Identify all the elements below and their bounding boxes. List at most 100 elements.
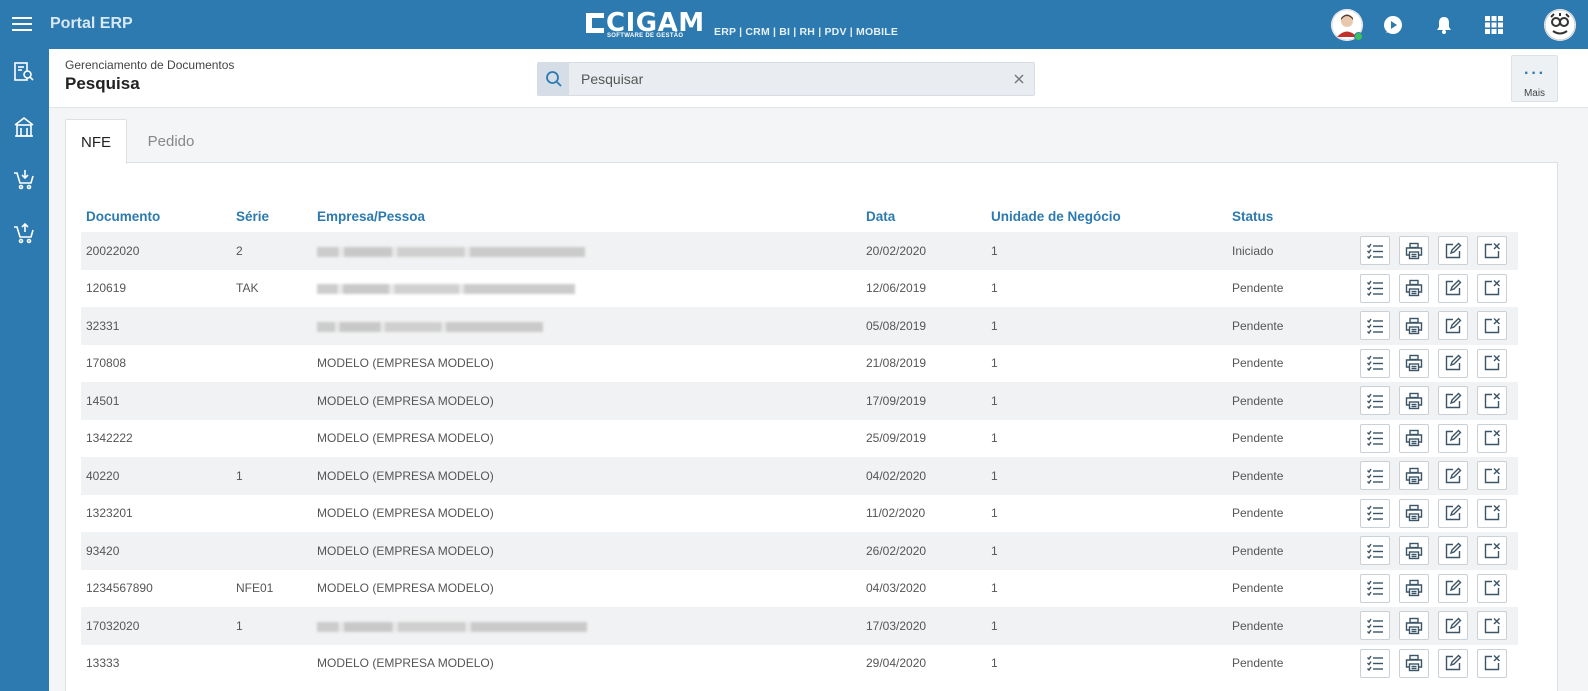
print-button[interactable] [1399, 573, 1429, 603]
online-status-dot [1354, 32, 1363, 41]
cancel-button[interactable] [1477, 611, 1507, 641]
more-button[interactable]: ··· Mais [1511, 55, 1558, 102]
table-row[interactable]: 93420 MODELO (EMPRESA MODELO) 26/02/2020 1 P… [81, 532, 1518, 570]
details-button[interactable] [1360, 236, 1390, 266]
cancel-button[interactable] [1477, 348, 1507, 378]
table-row[interactable]: 1342222 MODELO (EMPRESA MODELO) 25/09/2019… [81, 419, 1518, 457]
table-row[interactable]: 14501 MODELO (EMPRESA MODELO) 17/09/2019 1 P… [81, 382, 1518, 420]
brand-mark-icon [586, 13, 604, 33]
edit-button[interactable] [1438, 386, 1468, 416]
sidebar-item-building[interactable] [10, 113, 38, 141]
cancel-button[interactable] [1477, 536, 1507, 566]
cell-unidade: 1 [986, 532, 1227, 570]
column-header-documento[interactable]: Documento [81, 201, 231, 232]
cancel-button[interactable] [1477, 648, 1507, 678]
edit-button[interactable] [1438, 536, 1468, 566]
bell-icon[interactable] [1428, 9, 1460, 41]
details-button[interactable] [1360, 611, 1390, 641]
print-button[interactable] [1399, 311, 1429, 341]
edit-button[interactable] [1438, 423, 1468, 453]
print-button[interactable] [1399, 348, 1429, 378]
tab-pedido[interactable]: Pedido [130, 119, 212, 163]
menu-icon[interactable] [12, 14, 32, 34]
column-header-status[interactable]: Status [1227, 201, 1347, 232]
company-avatar[interactable] [1544, 9, 1576, 41]
edit-button[interactable] [1438, 648, 1468, 678]
print-icon [1405, 505, 1423, 522]
table-row[interactable]: 170808 MODELO (EMPRESA MODELO) 21/08/2019 1… [81, 344, 1518, 382]
print-button[interactable] [1399, 648, 1429, 678]
print-button[interactable] [1399, 536, 1429, 566]
edit-button[interactable] [1438, 273, 1468, 303]
cancel-button[interactable] [1477, 386, 1507, 416]
cell-unidade: 1 [986, 232, 1227, 270]
print-icon [1405, 655, 1423, 672]
column-header-data[interactable]: Data [861, 201, 986, 232]
table-row[interactable]: 13333 MODELO (EMPRESA MODELO) 29/04/2020 1 P… [81, 644, 1518, 682]
print-button[interactable] [1399, 386, 1429, 416]
details-button[interactable] [1360, 536, 1390, 566]
sidebar-item-document-search[interactable] [10, 58, 38, 86]
edit-button[interactable] [1438, 611, 1468, 641]
search-input[interactable] [581, 63, 1001, 95]
details-button[interactable] [1360, 498, 1390, 528]
user-avatar[interactable] [1331, 9, 1363, 41]
details-button[interactable] [1360, 311, 1390, 341]
column-header-empresa[interactable]: Empresa/Pessoa [312, 201, 861, 232]
edit-button[interactable] [1438, 311, 1468, 341]
details-button[interactable] [1360, 386, 1390, 416]
apps-grid-icon[interactable] [1478, 9, 1510, 41]
play-icon[interactable] [1377, 9, 1409, 41]
clear-search-icon[interactable] [1012, 72, 1026, 86]
details-button[interactable] [1360, 273, 1390, 303]
sidebar-item-cart-upload[interactable] [10, 219, 38, 247]
document-search-icon [14, 62, 34, 81]
edit-icon [1445, 279, 1462, 296]
cancel-button[interactable] [1477, 573, 1507, 603]
tab-nfe[interactable]: NFE [65, 119, 127, 164]
column-header-serie[interactable]: Série [231, 201, 312, 232]
details-button[interactable] [1360, 461, 1390, 491]
edit-icon [1445, 429, 1462, 446]
cell-data: 26/02/2020 [861, 532, 986, 570]
documents-table: Documento Série Empresa/Pessoa Data Unid… [81, 201, 1518, 682]
checklist-icon [1367, 243, 1383, 259]
details-button[interactable] [1360, 348, 1390, 378]
table-row[interactable]: 120619 TAK 12/06/2019 1 Pendente [81, 269, 1518, 307]
table-row[interactable]: 1323201 MODELO (EMPRESA MODELO) 11/02/2020… [81, 494, 1518, 532]
cancel-button[interactable] [1477, 311, 1507, 341]
print-button[interactable] [1399, 273, 1429, 303]
cancel-button[interactable] [1477, 461, 1507, 491]
column-header-unidade[interactable]: Unidade de Negócio [986, 201, 1227, 232]
details-button[interactable] [1360, 573, 1390, 603]
cancel-button[interactable] [1477, 236, 1507, 266]
print-button[interactable] [1399, 461, 1429, 491]
table-row[interactable]: 17032020 1 17/03/2020 1 Pendente [81, 607, 1518, 645]
cell-serie [231, 419, 312, 457]
cancel-button[interactable] [1477, 498, 1507, 528]
redacted-text [317, 321, 543, 332]
edit-button[interactable] [1438, 498, 1468, 528]
print-button[interactable] [1399, 611, 1429, 641]
edit-button[interactable] [1438, 573, 1468, 603]
table-row[interactable]: 40220 1 MODELO (EMPRESA MODELO) 04/02/2020 1… [81, 457, 1518, 495]
cancel-button[interactable] [1477, 423, 1507, 453]
table-row[interactable]: 1234567890 NFE01 MODELO (EMPRESA MODELO) 04… [81, 569, 1518, 607]
print-button[interactable] [1399, 236, 1429, 266]
edit-icon [1445, 617, 1462, 633]
cancel-button[interactable] [1477, 273, 1507, 303]
table-row[interactable]: 20022020 2 20/02/2020 1 Iniciado [81, 232, 1518, 270]
edit-button[interactable] [1438, 236, 1468, 266]
details-button[interactable] [1360, 648, 1390, 678]
print-button[interactable] [1399, 498, 1429, 528]
search-button[interactable] [538, 63, 569, 95]
edit-button[interactable] [1438, 348, 1468, 378]
cell-data: 29/04/2020 [861, 644, 986, 682]
table-row[interactable]: 32331 05/08/2019 1 Pendente [81, 307, 1518, 345]
cell-unidade: 1 [986, 607, 1227, 645]
sidebar-item-cart-download[interactable] [10, 165, 38, 193]
cell-status: Pendente [1227, 382, 1347, 420]
print-button[interactable] [1399, 423, 1429, 453]
details-button[interactable] [1360, 423, 1390, 453]
edit-button[interactable] [1438, 461, 1468, 491]
